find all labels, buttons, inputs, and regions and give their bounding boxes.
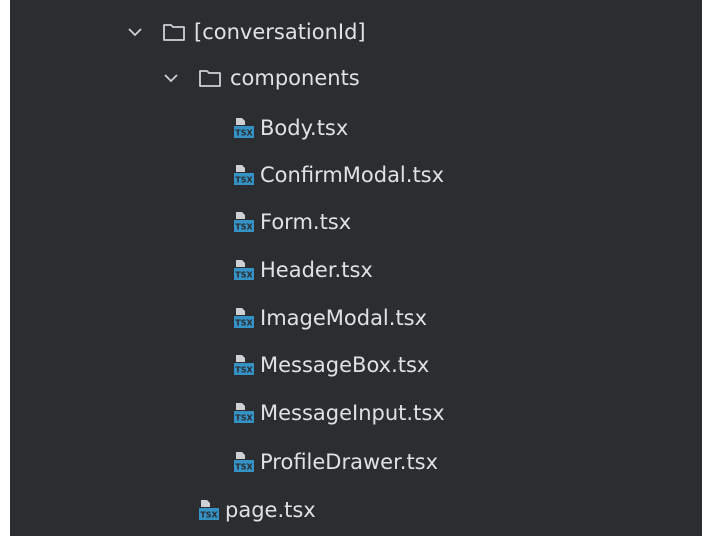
svg-text:TSX: TSX: [235, 129, 253, 138]
svg-text:TSX: TSX: [235, 414, 253, 423]
tree-file-messageinput[interactable]: TSX MessageInput.tsx: [10, 393, 702, 433]
tsx-file-icon: TSX: [232, 163, 256, 187]
svg-text:TSX: TSX: [235, 223, 253, 232]
tree-file-form[interactable]: TSX Form.tsx: [10, 202, 702, 242]
folder-icon: [160, 20, 188, 44]
tree-folder-components[interactable]: components: [10, 58, 702, 98]
svg-text:TSX: TSX: [235, 176, 253, 185]
file-label: MessageBox.tsx: [260, 352, 430, 377]
svg-text:TSX: TSX: [235, 366, 253, 375]
svg-text:TSX: TSX: [235, 463, 253, 472]
tsx-file-icon: TSX: [232, 116, 256, 140]
svg-text:TSX: TSX: [200, 511, 218, 520]
folder-icon: [196, 66, 224, 90]
file-label: Header.tsx: [260, 257, 373, 282]
tsx-file-icon: TSX: [232, 306, 256, 330]
tsx-file-icon: TSX: [232, 401, 256, 425]
svg-text:TSX: TSX: [235, 271, 253, 280]
file-label: ImageModal.tsx: [260, 305, 428, 330]
tsx-file-icon: TSX: [232, 353, 256, 377]
tree-file-header[interactable]: TSX Header.tsx: [10, 250, 702, 290]
file-label: Form.tsx: [260, 209, 352, 234]
folder-label: [conversationId]: [194, 19, 366, 44]
tsx-file-icon: TSX: [197, 498, 221, 522]
tsx-file-icon: TSX: [232, 210, 256, 234]
chevron-down-icon[interactable]: [124, 21, 146, 43]
tsx-file-icon: TSX: [232, 450, 256, 474]
tree-file-confirmmodal[interactable]: TSX ConfirmModal.tsx: [10, 155, 702, 195]
file-label: page.tsx: [225, 497, 316, 522]
svg-text:TSX: TSX: [235, 319, 253, 328]
file-label: MessageInput.tsx: [260, 400, 445, 425]
file-label: ProfileDrawer.tsx: [260, 449, 439, 474]
tree-folder-conversationid[interactable]: [conversationId]: [10, 12, 702, 52]
folder-label: components: [230, 65, 360, 90]
tree-file-body[interactable]: TSX Body.tsx: [10, 108, 702, 148]
chevron-down-icon[interactable]: [160, 67, 182, 89]
tsx-file-icon: TSX: [232, 258, 256, 282]
tree-file-page[interactable]: TSX page.tsx: [10, 490, 702, 530]
tree-file-imagemodal[interactable]: TSX ImageModal.tsx: [10, 298, 702, 338]
file-label: ConfirmModal.tsx: [260, 162, 445, 187]
tree-file-profiledrawer[interactable]: TSX ProfileDrawer.tsx: [10, 442, 702, 482]
file-label: Body.tsx: [260, 115, 349, 140]
tree-file-messagebox[interactable]: TSX MessageBox.tsx: [10, 345, 702, 385]
project-tree-panel: [conversationId] components TSX Body.tsx…: [10, 0, 702, 536]
